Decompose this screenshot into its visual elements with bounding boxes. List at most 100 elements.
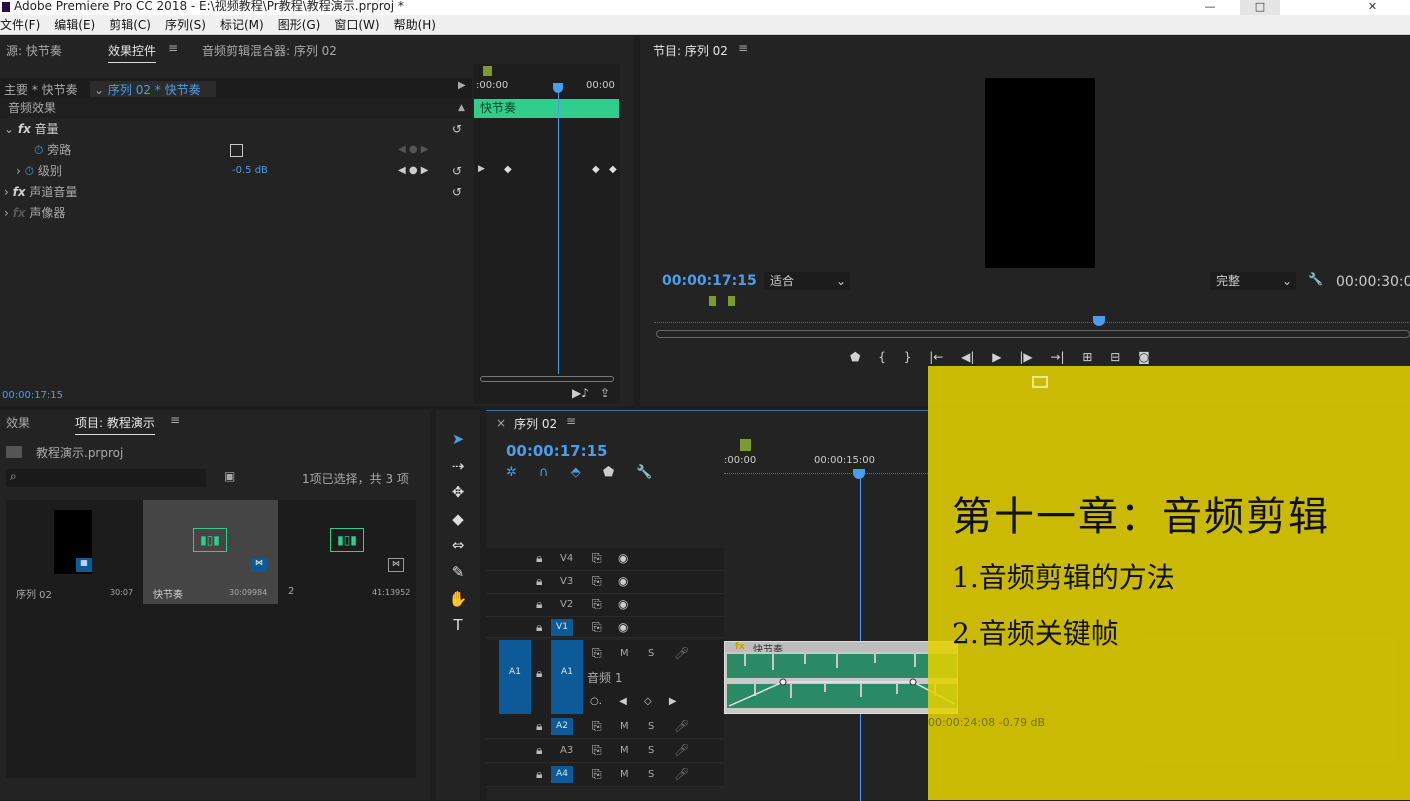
eye-icon[interactable]: ◉: [618, 574, 628, 588]
solo-button[interactable]: S: [648, 769, 654, 780]
stopwatch-active-icon[interactable]: ⏱: [25, 164, 34, 178]
fit-dropdown[interactable]: 适合 ⌄: [764, 272, 850, 290]
camera-icon[interactable]: ◙: [1138, 350, 1150, 364]
new-bin-from-search-icon[interactable]: ▣: [224, 469, 235, 483]
track-v3[interactable]: 🔒︎ V3 ⎘ ◉: [486, 571, 724, 594]
mute-button[interactable]: M: [620, 769, 629, 780]
lock-icon[interactable]: 🔒︎: [536, 620, 542, 635]
lift-icon[interactable]: ⊞: [1082, 350, 1092, 364]
sync-icon[interactable]: ⎘: [592, 574, 602, 589]
program-ruler[interactable]: [654, 322, 1410, 323]
tab-effects[interactable]: 效果: [6, 414, 30, 431]
go-to-out-icon[interactable]: →|: [1050, 350, 1064, 364]
type-tool-icon[interactable]: T: [444, 612, 472, 639]
close-button[interactable]: ✕: [1335, 0, 1410, 15]
audio-only-icon[interactable]: ▶♪: [572, 386, 589, 400]
menu-markers[interactable]: 标记(M): [220, 18, 264, 32]
tab-audio-mixer[interactable]: 音频剪辑混合器: 序列 02: [202, 42, 337, 59]
nest-icon[interactable]: ✲: [506, 465, 517, 480]
mic-icon[interactable]: 🎤︎: [674, 646, 689, 660]
audio-clip-a1[interactable]: fx 快节奏: [724, 641, 958, 714]
project-search-input[interactable]: ⌕: [6, 469, 206, 487]
track-target-a1[interactable]: A1: [551, 640, 583, 714]
play-icon[interactable]: ▶: [992, 350, 1001, 364]
program-timecode[interactable]: 00:00:17:15: [662, 273, 757, 289]
keyframe-1[interactable]: ◆: [504, 164, 512, 175]
mark-out-icon[interactable]: }: [904, 350, 912, 364]
project-item-audio-selected[interactable]: ▮▯▮ ⋈ 快节奏 30:09984: [143, 500, 278, 604]
project-item-sequence[interactable]: ▦ 序列 02 30:07: [6, 500, 143, 604]
add-marker-icon[interactable]: ⬟: [850, 350, 860, 364]
sync-icon[interactable]: ⎘: [592, 597, 602, 612]
maximize-button[interactable]: □: [1240, 0, 1280, 15]
program-scrollbar[interactable]: [656, 330, 1410, 338]
sync-icon[interactable]: ⎘: [592, 743, 602, 758]
track-select-tool-icon[interactable]: ⇢: [444, 453, 472, 480]
lock-icon[interactable]: 🔒︎: [536, 767, 542, 782]
program-title[interactable]: 节目: 序列 02: [653, 42, 728, 59]
lock-icon[interactable]: 🔒︎: [536, 719, 542, 734]
track-v1[interactable]: 🔒︎ V1 ⎘ ◉: [486, 617, 724, 638]
tab-source[interactable]: 源: 快节奏: [6, 42, 62, 59]
sync-icon[interactable]: ⎘: [592, 551, 602, 566]
play-only-icon[interactable]: ▶: [458, 80, 466, 91]
eye-icon[interactable]: ◉: [618, 620, 628, 634]
project-item-audio[interactable]: ▮▯▮ ⋈ 2 41:13952: [278, 500, 416, 604]
linked-selection-icon[interactable]: ⬘: [571, 465, 581, 480]
snap-icon[interactable]: ∩: [539, 465, 549, 480]
timeline-tab[interactable]: 序列 02: [514, 415, 557, 432]
scroll-up-icon[interactable]: ▲: [458, 98, 465, 118]
menu-sequence[interactable]: 序列(S): [165, 18, 206, 32]
menu-window[interactable]: 窗口(W): [334, 18, 379, 32]
mic-icon[interactable]: 🎤︎: [674, 743, 689, 757]
sync-icon[interactable]: ⎘: [592, 620, 602, 635]
reset-level-icon[interactable]: ↺: [452, 161, 462, 181]
track-v2[interactable]: 🔒︎ V2 ⎘ ◉: [486, 594, 724, 617]
ripple-edit-tool-icon[interactable]: ✥: [444, 479, 472, 506]
timeline-ruler[interactable]: :00:00 00:00:15:00: [724, 439, 928, 483]
track-a4[interactable]: 🔒︎ A4 ⎘ M S 🎤︎: [486, 764, 724, 787]
solo-button[interactable]: S: [648, 745, 654, 756]
track-target-a2[interactable]: A2: [551, 718, 573, 735]
razor-tool-icon[interactable]: ◆: [444, 506, 472, 533]
lock-icon[interactable]: 🔒︎: [536, 574, 542, 589]
program-menu-icon[interactable]: ≡: [738, 41, 748, 55]
clip-selector[interactable]: ⌄ 序列 02 * 快节奏: [90, 81, 216, 97]
mic-icon[interactable]: 🎤︎: [674, 719, 689, 733]
keyframe-2[interactable]: ◆: [592, 164, 600, 175]
timeline-timecode[interactable]: 00:00:17:15: [506, 442, 608, 460]
lock-icon[interactable]: 🔒︎: [536, 743, 542, 758]
playhead-handle[interactable]: [553, 83, 563, 93]
track-a3[interactable]: 🔒︎ A3 ⎘ M S 🎤︎: [486, 740, 724, 763]
keyframe-nav[interactable]: ◀ ● ▶: [398, 161, 428, 181]
track-v4[interactable]: 🔒︎ V4 ⎘ ◉: [486, 548, 724, 571]
sync-icon[interactable]: ⎘: [592, 767, 602, 782]
quality-dropdown[interactable]: 完整 ⌄: [1210, 272, 1296, 290]
extract-icon[interactable]: ⊟: [1110, 350, 1120, 364]
timeline-menu-icon[interactable]: ≡: [566, 414, 576, 428]
a1-keyframe-controls[interactable]: ○. ◀ ◇ ▶: [590, 696, 677, 707]
track-target-a4[interactable]: A4: [551, 766, 573, 783]
menu-file[interactable]: 文件(F): [0, 18, 40, 32]
volume-effect-row[interactable]: ⌄ fx 音量 ↺: [0, 119, 472, 139]
hand-tool-icon[interactable]: ✋: [444, 586, 472, 613]
tab-effect-controls[interactable]: 效果控件: [108, 42, 157, 63]
sync-icon[interactable]: ⎘: [592, 719, 602, 734]
add-marker-icon[interactable]: ⬟: [603, 465, 614, 480]
mute-button[interactable]: M: [620, 721, 629, 732]
program-playhead[interactable]: [1093, 316, 1105, 326]
step-back-icon[interactable]: ◀|: [961, 350, 974, 364]
mute-button[interactable]: M: [620, 745, 629, 756]
track-a1[interactable]: A1 🔒︎ A1 ⎘ M S 🎤︎ 音频 1 ○. ◀ ◇ ▶: [486, 640, 724, 716]
mic-icon[interactable]: 🎤︎: [674, 767, 689, 781]
menu-icon[interactable]: ≡: [168, 41, 178, 55]
slip-tool-icon[interactable]: ⇔: [444, 532, 472, 559]
source-patch-a1[interactable]: A1: [499, 640, 531, 714]
track-a2[interactable]: 🔒︎ A2 ⎘ M S 🎤︎: [486, 716, 724, 739]
menu-edit[interactable]: 编辑(E): [54, 18, 95, 32]
reset-channel-icon[interactable]: ↺: [452, 182, 462, 202]
pen-tool-icon[interactable]: ✎: [444, 559, 472, 586]
project-menu-icon[interactable]: ≡: [170, 413, 180, 427]
minimize-button[interactable]: —: [1190, 0, 1230, 15]
stopwatch-icon[interactable]: ⏱: [34, 143, 43, 157]
